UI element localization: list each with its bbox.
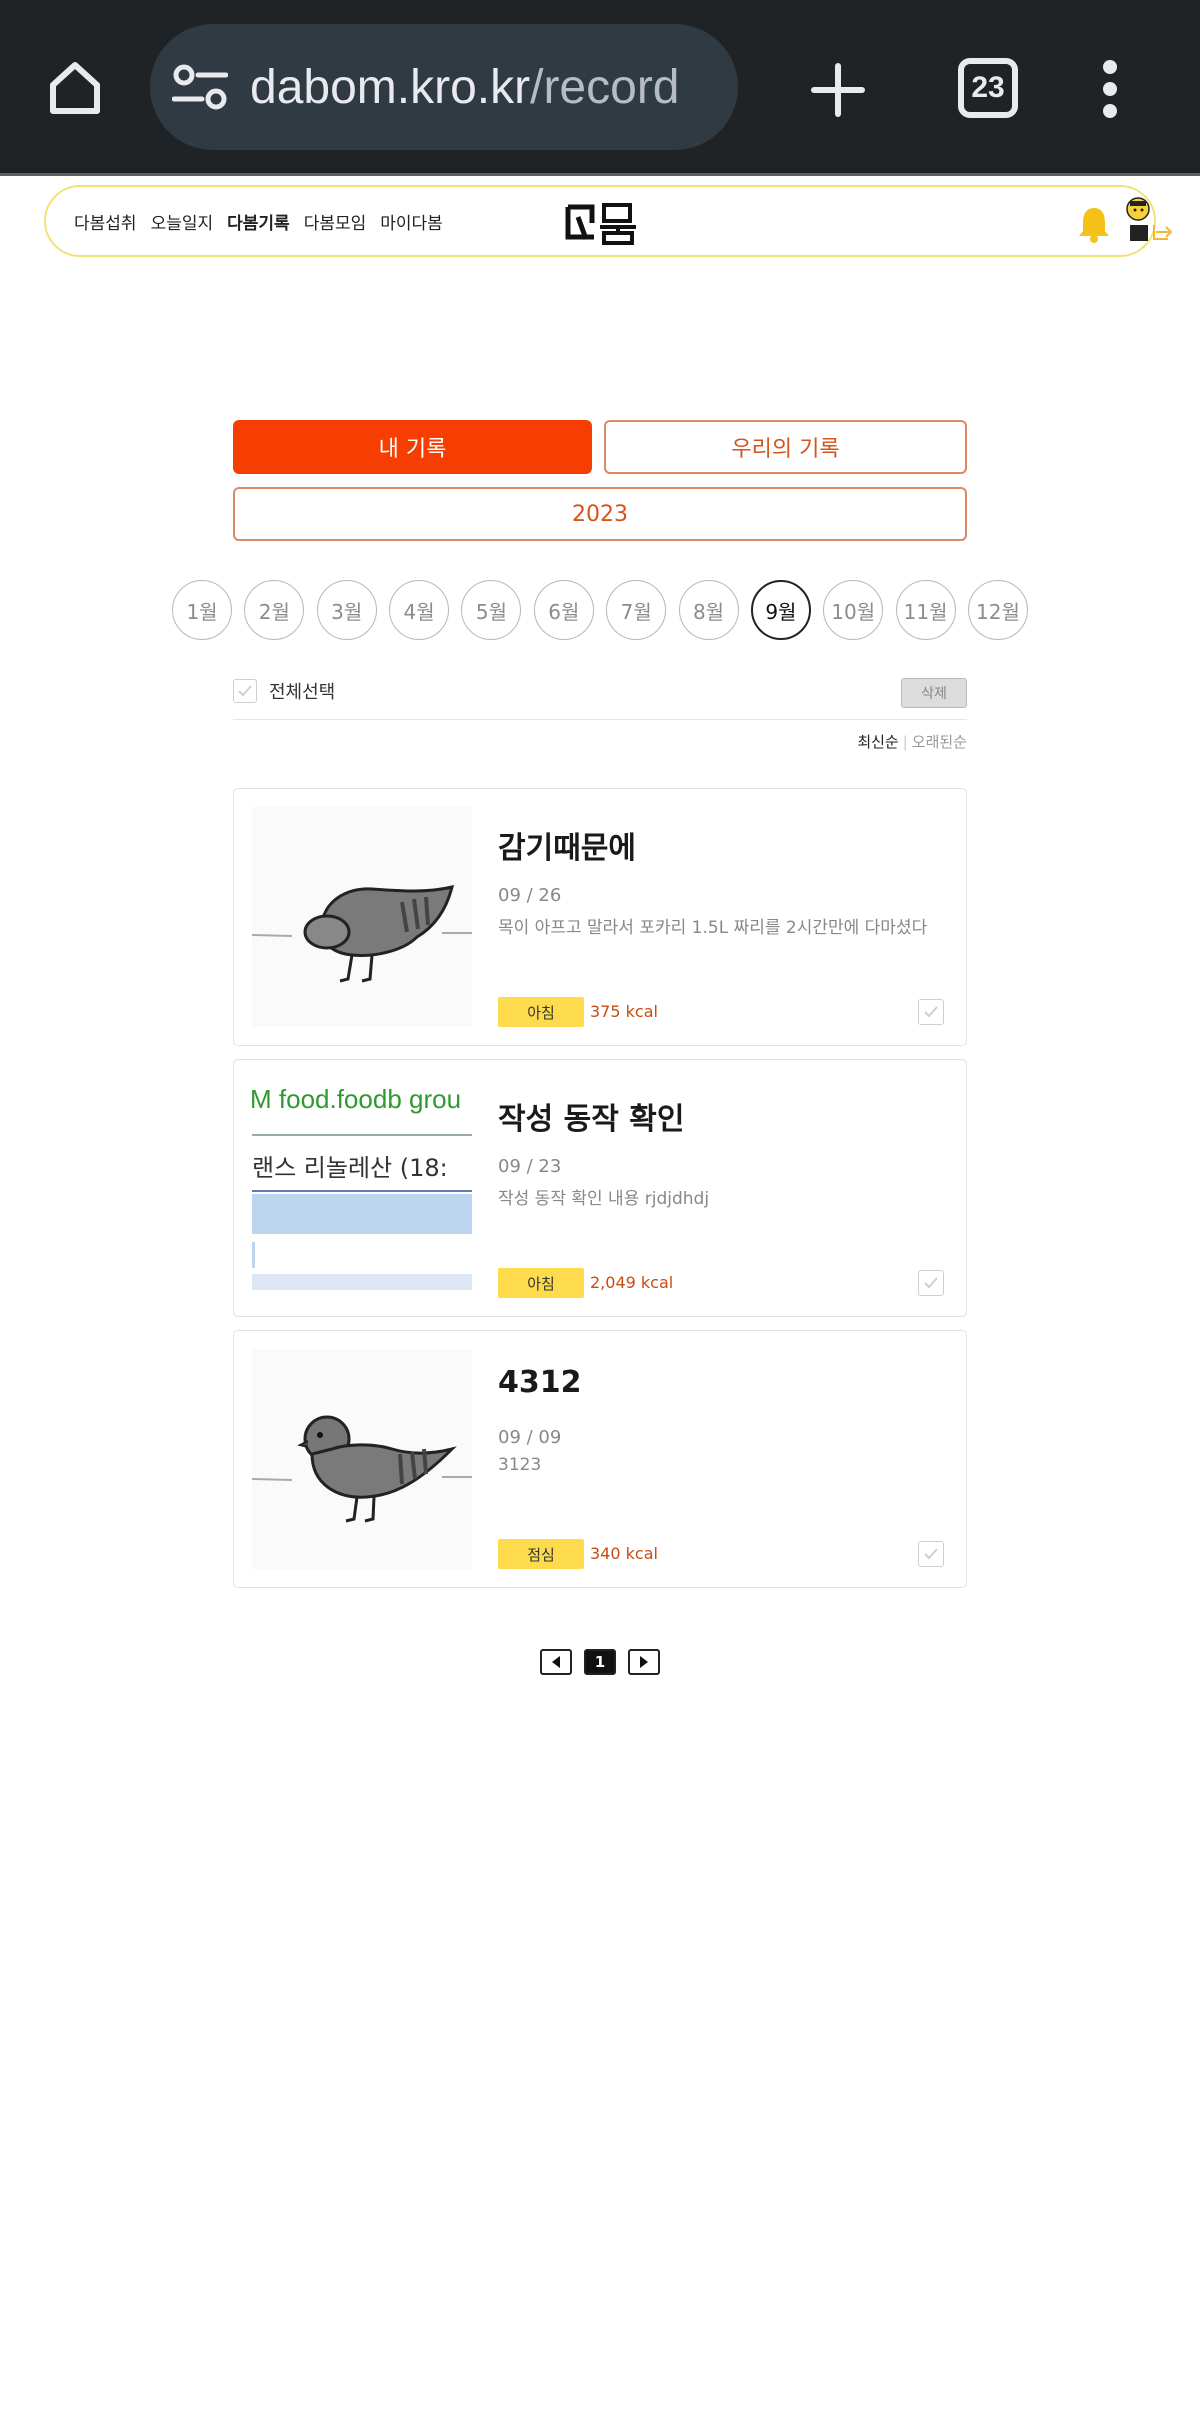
prev-page-icon[interactable] — [540, 1649, 572, 1675]
month-button[interactable]: 4월 — [389, 580, 450, 640]
dabom-logo[interactable] — [564, 197, 644, 247]
month-button[interactable]: 12월 — [967, 580, 1028, 640]
toolbar-divider — [0, 173, 1200, 176]
sort-divider: | — [902, 733, 908, 751]
sort-options: 최신순 | 오래된순 — [857, 731, 967, 752]
next-page-icon[interactable] — [628, 1649, 660, 1675]
nav-link[interactable]: 마이다봄 — [380, 209, 443, 234]
record-checkbox[interactable] — [918, 1270, 944, 1296]
home-icon[interactable] — [40, 52, 110, 122]
thumbnail-text-line: M food.foodb grou — [252, 1084, 462, 1114]
nav-link[interactable]: 다봄모임 — [304, 209, 367, 234]
thumbnail-divider — [252, 1190, 472, 1192]
month-selector: 1월 2월 3월 4월 5월 6월 7월 8월 9월 10월 11월 12월 — [172, 580, 1028, 640]
meal-tag: 아침 — [498, 1268, 584, 1298]
record-content: 3123 — [498, 1455, 542, 1475]
tab-switcher-button[interactable]: 23 — [958, 58, 1018, 118]
select-toolbar: 전체선택 삭제 — [233, 674, 967, 720]
month-button[interactable]: 5월 — [461, 580, 522, 640]
thumbnail-highlight — [252, 1194, 472, 1234]
url-domain: dabom.kro.kr — [250, 60, 531, 114]
sort-oldest[interactable]: 오래된순 — [912, 733, 967, 751]
record-checkbox[interactable] — [918, 999, 944, 1025]
record-content: 작성 동작 확인 내용 rjdjdhdj — [498, 1189, 710, 1209]
nav-link[interactable]: 오늘일지 — [151, 209, 214, 234]
record-title: 감기때문에 — [498, 831, 636, 866]
thumbnail-highlight — [252, 1242, 255, 1268]
page-number[interactable]: 1 — [584, 1649, 616, 1675]
address-bar[interactable]: dabom.kro.kr/record — [150, 24, 738, 150]
main-nav: 다봄섭취 오늘일지 다봄기록 다봄모임 마이다봄 — [74, 209, 443, 234]
record-content: 목이 아프고 말라서 포카리 1.5L 짜리를 2시간만에 다마셨다 — [498, 918, 928, 938]
url-text: dabom.kro.kr/record — [250, 60, 680, 115]
sort-newest[interactable]: 최신순 — [857, 733, 898, 751]
thumbnail-divider — [252, 1134, 472, 1136]
record-title: 작성 동작 확인 — [498, 1102, 685, 1137]
year-selector[interactable]: 2023 — [233, 487, 967, 541]
meal-tag: 점심 — [498, 1539, 584, 1569]
record-date: 09 / 09 — [498, 1427, 562, 1448]
profile-logout-icon[interactable] — [1124, 195, 1174, 251]
meal-tag: 아침 — [498, 997, 584, 1027]
record-kcal: 375 kcal — [590, 1002, 658, 1021]
record-kcal: 340 kcal — [590, 1544, 658, 1563]
record-thumbnail — [252, 1349, 472, 1569]
month-button[interactable]: 1월 — [172, 580, 232, 640]
delete-button[interactable]: 삭제 — [901, 678, 967, 708]
month-button[interactable]: 9월 — [750, 580, 811, 640]
thumbnail-highlight — [252, 1274, 472, 1290]
url-path: /record — [530, 60, 680, 114]
record-date: 09 / 23 — [498, 1156, 562, 1177]
month-button[interactable]: 10월 — [823, 580, 884, 640]
select-all-label: 전체선택 — [269, 682, 336, 703]
record-tabs: 내 기록 우리의 기록 — [233, 420, 967, 474]
pagination: 1 — [540, 1649, 660, 1675]
record-thumbnail: M food.foodb grou 랜스 리놀레산 (18: — [252, 1078, 472, 1298]
record-card[interactable]: 감기때문에 09 / 26 목이 아프고 말라서 포카리 1.5L 짜리를 2시… — [233, 788, 967, 1046]
record-kcal: 2,049 kcal — [590, 1273, 674, 1292]
thumbnail-text-line: 랜스 리놀레산 (18: — [252, 1154, 448, 1182]
month-button[interactable]: 3월 — [316, 580, 377, 640]
tab-our-records[interactable]: 우리의 기록 — [604, 420, 967, 474]
record-card[interactable]: 4312 09 / 09 3123 점심 340 kcal — [233, 1330, 967, 1588]
select-all-checkbox[interactable]: 전체선택 — [233, 678, 335, 704]
new-tab-icon[interactable] — [800, 52, 876, 128]
site-settings-icon[interactable] — [170, 57, 230, 117]
nav-link[interactable]: 다봄섭취 — [74, 209, 137, 234]
month-button[interactable]: 2월 — [244, 580, 305, 640]
month-button[interactable]: 11월 — [895, 580, 956, 640]
record-date: 09 / 26 — [498, 885, 562, 906]
record-title: 4312 — [498, 1365, 582, 1400]
record-thumbnail — [252, 807, 472, 1027]
site-header: 다봄섭취 오늘일지 다봄기록 다봄모임 마이다봄 — [44, 185, 1173, 257]
browser-toolbar: dabom.kro.kr/record 23 — [0, 0, 1200, 176]
nav-link[interactable]: 다봄기록 — [227, 209, 290, 234]
record-card[interactable]: M food.foodb grou 랜스 리놀레산 (18: 작성 동작 확인 … — [233, 1059, 967, 1317]
tab-my-records[interactable]: 내 기록 — [233, 420, 592, 474]
month-button[interactable]: 7월 — [606, 580, 667, 640]
more-menu-icon[interactable] — [1090, 54, 1130, 124]
month-button[interactable]: 6월 — [533, 580, 594, 640]
checkbox-icon[interactable] — [233, 679, 257, 703]
bell-icon[interactable] — [1076, 205, 1112, 243]
month-button[interactable]: 8월 — [678, 580, 739, 640]
record-checkbox[interactable] — [918, 1541, 944, 1567]
